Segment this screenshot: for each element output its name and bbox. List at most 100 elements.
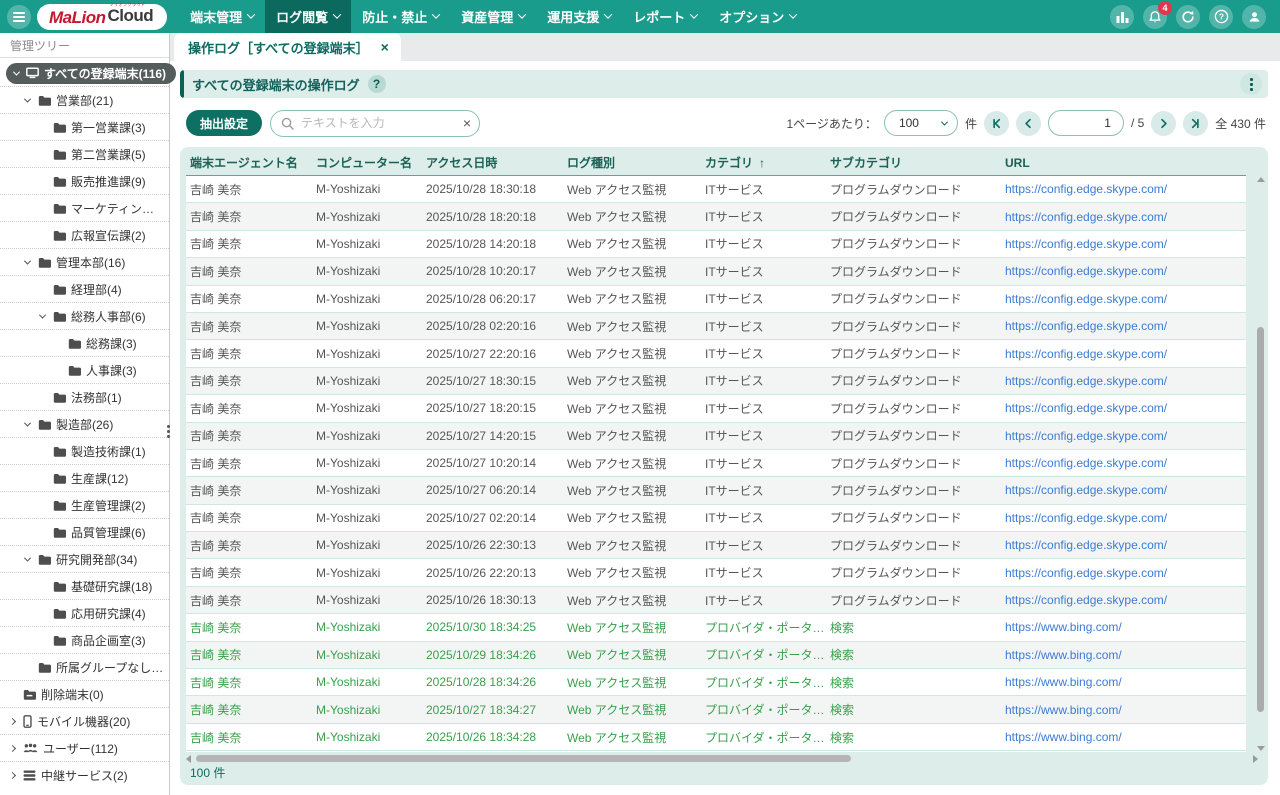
menu-item-4[interactable]: 運用支援 [536, 0, 622, 33]
refresh-button[interactable] [1176, 5, 1200, 29]
column-header-5[interactable]: サブカテゴリ [826, 154, 1001, 171]
cell-url[interactable]: https://config.edge.skype.com/ [1001, 182, 1246, 196]
tab-close-icon[interactable]: × [381, 40, 389, 54]
tree-item[interactable]: 総務課(3) [0, 330, 169, 357]
tree-item[interactable]: 製造部(26) [0, 411, 169, 438]
tree-item[interactable]: 中継サービス(2) [0, 762, 169, 789]
app-logo[interactable]: MaLion マリオンクラウド Cloud [37, 4, 167, 30]
cell-url[interactable]: https://config.edge.skype.com/ [1001, 374, 1246, 388]
tree-item[interactable]: すべての登録端末(116) [0, 60, 169, 87]
tree-item[interactable]: 生産課(12) [0, 465, 169, 492]
log-row[interactable]: 吉崎 美奈M-Yoshizaki2025/10/28 06:20:17Web ア… [186, 286, 1246, 313]
log-row[interactable]: 吉崎 美奈M-Yoshizaki2025/10/28 10:20:17Web ア… [186, 258, 1246, 285]
log-row[interactable]: 吉崎 美奈M-Yoshizaki2025/10/29 18:34:26Web ア… [186, 642, 1246, 669]
tree-item[interactable]: 削除端末(0) [0, 681, 169, 708]
panel-help-icon[interactable]: ? [368, 75, 386, 93]
chevron-right-icon[interactable] [9, 744, 16, 751]
tree-item[interactable]: 第一営業課(3) [0, 114, 169, 141]
column-header-0[interactable]: 端末エージェント名 [186, 154, 312, 171]
extract-settings-button[interactable]: 抽出設定 [186, 110, 262, 136]
tree-item[interactable]: 所属グループなし(19) [0, 654, 169, 681]
log-row[interactable]: 吉崎 美奈M-Yoshizaki2025/10/28 02:20:16Web ア… [186, 313, 1246, 340]
chevron-right-icon[interactable] [9, 772, 16, 779]
page-number-input[interactable] [1061, 116, 1111, 130]
tab-operation-log[interactable]: 操作ログ［すべての登録端末］ × [174, 33, 401, 61]
per-page-select[interactable]: 100 [884, 110, 958, 136]
vertical-scrollbar-thumb[interactable] [1257, 327, 1264, 712]
log-row[interactable]: 吉崎 美奈M-Yoshizaki2025/10/28 18:30:18Web ア… [186, 176, 1246, 203]
notifications-button[interactable]: 4 [1143, 5, 1167, 29]
tree-item[interactable]: 品質管理課(6) [0, 519, 169, 546]
more-options-button[interactable] [1240, 73, 1262, 95]
chevron-down-icon[interactable] [24, 554, 31, 561]
cell-url[interactable]: https://config.edge.skype.com/ [1001, 292, 1246, 306]
tree-item[interactable]: 応用研究課(4) [0, 600, 169, 627]
log-row[interactable]: 吉崎 美奈M-Yoshizaki2025/10/26 22:30:13Web ア… [186, 532, 1246, 559]
menu-item-2[interactable]: 防止・禁止 [351, 0, 450, 33]
cell-url[interactable]: https://www.bing.com/ [1001, 675, 1246, 689]
cell-url[interactable]: https://config.edge.skype.com/ [1001, 264, 1246, 278]
next-page-button[interactable] [1151, 111, 1176, 136]
column-header-2[interactable]: アクセス日時 [422, 154, 563, 171]
first-page-button[interactable] [984, 111, 1009, 136]
vertical-scrollbar[interactable] [1256, 177, 1265, 751]
cell-url[interactable]: https://www.bing.com/ [1001, 620, 1246, 634]
tree-item[interactable]: 商品企画室(3) [0, 627, 169, 654]
account-button[interactable] [1242, 5, 1266, 29]
scroll-down-icon[interactable] [1257, 746, 1265, 751]
log-row[interactable]: 吉崎 美奈M-Yoshizaki2025/10/27 18:34:27Web ア… [186, 696, 1246, 723]
log-row[interactable]: 吉崎 美奈M-Yoshizaki2025/10/26 18:34:28Web ア… [186, 724, 1246, 751]
menu-item-6[interactable]: オプション [708, 0, 807, 33]
menu-item-5[interactable]: レポート [622, 0, 708, 33]
sidebar-resize-handle[interactable] [165, 425, 171, 438]
column-header-3[interactable]: ログ種別 [563, 154, 701, 171]
log-row[interactable]: 吉崎 美奈M-Yoshizaki2025/10/26 18:30:13Web ア… [186, 587, 1246, 614]
cell-url[interactable]: https://config.edge.skype.com/ [1001, 429, 1246, 443]
cell-url[interactable]: https://config.edge.skype.com/ [1001, 319, 1246, 333]
horizontal-scrollbar-thumb[interactable] [196, 755, 851, 762]
cell-url[interactable]: https://config.edge.skype.com/ [1001, 593, 1246, 607]
tree-item[interactable]: 基礎研究課(18) [0, 573, 169, 600]
cell-url[interactable]: https://www.bing.com/ [1001, 648, 1246, 662]
log-row[interactable]: 吉崎 美奈M-Yoshizaki2025/10/27 14:20:15Web ア… [186, 423, 1246, 450]
scroll-right-icon[interactable] [1253, 755, 1258, 763]
log-row[interactable]: 吉崎 美奈M-Yoshizaki2025/10/27 22:20:16Web ア… [186, 340, 1246, 367]
search-input[interactable] [301, 116, 459, 130]
search-clear-icon[interactable]: × [459, 116, 471, 130]
tree-item[interactable]: 法務部(1) [0, 384, 169, 411]
menu-item-0[interactable]: 端末管理 [179, 0, 265, 33]
cell-url[interactable]: https://config.edge.skype.com/ [1001, 456, 1246, 470]
log-row[interactable]: 吉崎 美奈M-Yoshizaki2025/10/30 18:34:25Web ア… [186, 614, 1246, 641]
chevron-down-icon[interactable] [39, 311, 46, 318]
chevron-down-icon[interactable] [13, 68, 20, 75]
last-page-button[interactable] [1183, 111, 1208, 136]
chevron-down-icon[interactable] [24, 95, 31, 102]
log-row[interactable]: 吉崎 美奈M-Yoshizaki2025/10/28 14:20:18Web ア… [186, 231, 1246, 258]
column-header-6[interactable]: URL [1001, 156, 1246, 170]
tree-item[interactable]: モバイル機器(20) [0, 708, 169, 735]
cell-url[interactable]: https://config.edge.skype.com/ [1001, 483, 1246, 497]
prev-page-button[interactable] [1016, 111, 1041, 136]
stats-button[interactable] [1110, 5, 1134, 29]
column-header-4[interactable]: カテゴリ↑ [701, 154, 826, 171]
horizontal-scrollbar[interactable] [186, 754, 1258, 763]
tree-item[interactable]: 広報宣伝課(2) [0, 222, 169, 249]
log-row[interactable]: 吉崎 美奈M-Yoshizaki2025/10/27 02:20:14Web ア… [186, 505, 1246, 532]
chevron-down-icon[interactable] [24, 419, 31, 426]
cell-url[interactable]: https://config.edge.skype.com/ [1001, 566, 1246, 580]
help-button[interactable]: ? [1209, 5, 1233, 29]
tree-item[interactable]: 研究開発部(34) [0, 546, 169, 573]
tree-item[interactable]: 営業部(21) [0, 87, 169, 114]
log-row[interactable]: 吉崎 美奈M-Yoshizaki2025/10/27 06:20:14Web ア… [186, 477, 1246, 504]
tree-item[interactable]: 第二営業課(5) [0, 141, 169, 168]
tree-item[interactable]: 製造技術課(1) [0, 438, 169, 465]
menu-item-1[interactable]: ログ閲覧 [265, 0, 351, 33]
log-row[interactable]: 吉崎 美奈M-Yoshizaki2025/10/26 22:20:13Web ア… [186, 559, 1246, 586]
chevron-down-icon[interactable] [24, 257, 31, 264]
cell-url[interactable]: https://config.edge.skype.com/ [1001, 347, 1246, 361]
log-row[interactable]: 吉崎 美奈M-Yoshizaki2025/10/27 18:20:15Web ア… [186, 395, 1246, 422]
cell-url[interactable]: https://config.edge.skype.com/ [1001, 511, 1246, 525]
tree-item[interactable]: 総務人事部(6) [0, 303, 169, 330]
menu-item-3[interactable]: 資産管理 [450, 0, 536, 33]
tree-item[interactable]: ユーザー(112) [0, 735, 169, 762]
